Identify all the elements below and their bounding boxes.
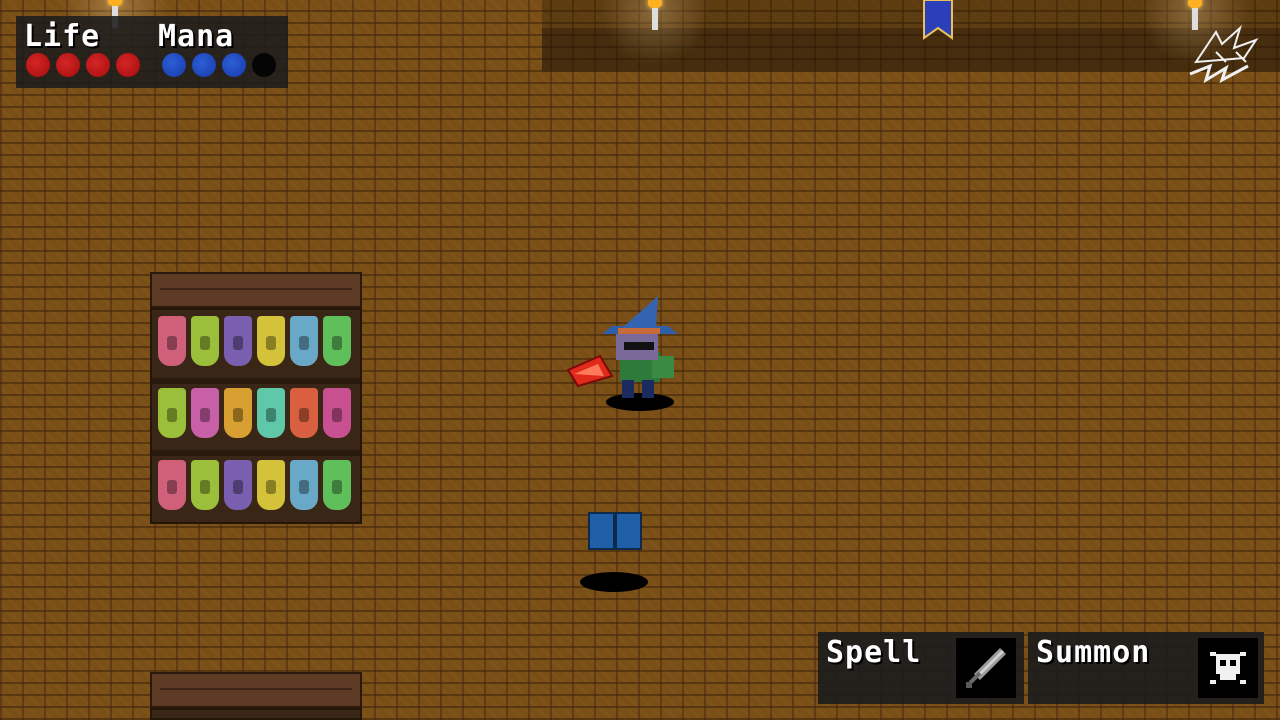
wall-torch bbox=[600, 0, 710, 66]
blue-banner bbox=[923, 0, 953, 40]
life-orbs bbox=[26, 53, 140, 77]
potion-bottle bbox=[224, 316, 252, 366]
blue-book-item[interactable] bbox=[580, 508, 650, 598]
bookshelf-potions bbox=[150, 272, 362, 524]
watermark-logo-icon bbox=[1189, 24, 1259, 84]
potion-bottle bbox=[290, 388, 318, 438]
life-orb bbox=[86, 53, 110, 77]
potion-bottle bbox=[158, 460, 186, 510]
status-hud: Life Mana bbox=[16, 16, 288, 88]
potion-bottle bbox=[323, 316, 351, 366]
bookshelf-partial bbox=[150, 672, 362, 720]
mana-orbs bbox=[162, 53, 276, 77]
life-label: Life bbox=[24, 19, 101, 54]
spell-label: Spell bbox=[826, 635, 922, 670]
potion-bottle bbox=[257, 388, 285, 438]
skull-icon bbox=[1198, 638, 1258, 698]
potion-bottle bbox=[191, 388, 219, 438]
shelf-row bbox=[158, 460, 354, 518]
potion-bottle bbox=[191, 460, 219, 510]
potion-bottle bbox=[257, 316, 285, 366]
shelf-row bbox=[158, 316, 354, 374]
potion-bottle bbox=[191, 316, 219, 366]
sword-icon bbox=[956, 638, 1016, 698]
potion-bottle bbox=[290, 460, 318, 510]
summon-action-panel[interactable]: Summon bbox=[1028, 632, 1264, 704]
mana-orb bbox=[192, 53, 216, 77]
life-orb bbox=[116, 53, 140, 77]
potion-bottle bbox=[323, 388, 351, 438]
potion-bottle bbox=[257, 460, 285, 510]
mana-orb bbox=[222, 53, 246, 77]
shelf-row bbox=[158, 388, 354, 446]
empty-mana-orb bbox=[252, 53, 276, 77]
potion-bottle bbox=[158, 316, 186, 366]
mana-orb bbox=[162, 53, 186, 77]
life-orb bbox=[56, 53, 80, 77]
life-orb bbox=[26, 53, 50, 77]
potion-bottle bbox=[290, 316, 318, 366]
potion-bottle bbox=[224, 388, 252, 438]
summon-label: Summon bbox=[1036, 635, 1151, 670]
spell-action-panel[interactable]: Spell bbox=[818, 632, 1024, 704]
potion-bottle bbox=[158, 388, 186, 438]
player-wizard bbox=[566, 296, 678, 411]
mana-label: Mana bbox=[158, 19, 235, 54]
potion-bottle bbox=[323, 460, 351, 510]
potion-bottle bbox=[224, 460, 252, 510]
